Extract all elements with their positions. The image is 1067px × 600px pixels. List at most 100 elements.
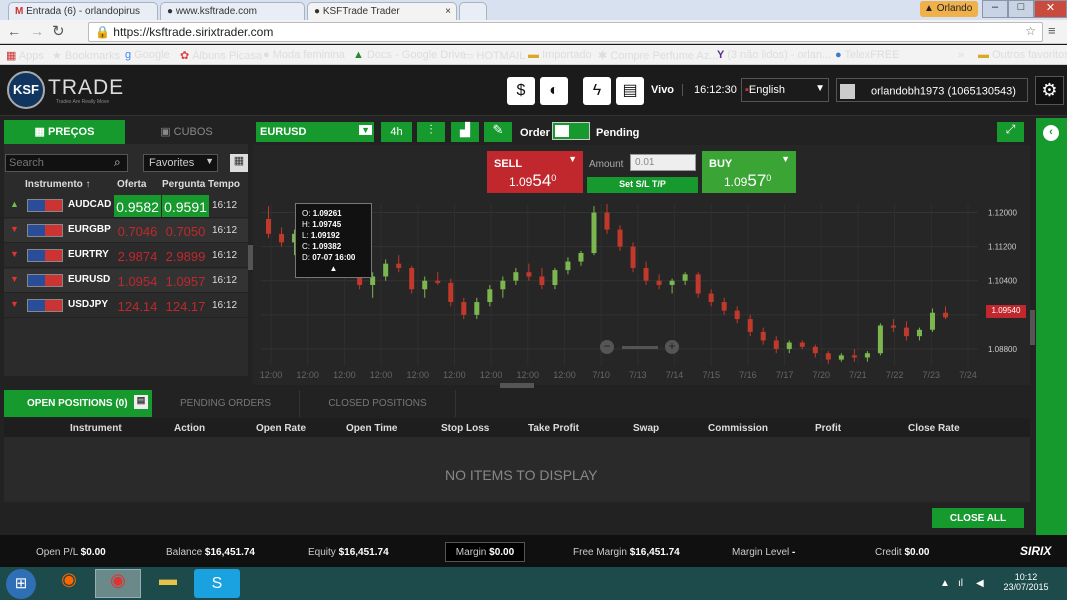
ask-price[interactable]: 1.0957 <box>162 272 209 290</box>
candle[interactable] <box>877 323 883 356</box>
candle[interactable] <box>812 344 818 358</box>
price-row[interactable]: ▼ EURUSD 1.0954 1.0957 16:12 <box>4 269 248 293</box>
candles-icon[interactable]: ⫶ <box>417 122 445 142</box>
bookmark-importado[interactable]: ▬ Importado <box>528 49 592 61</box>
candle[interactable] <box>799 340 805 349</box>
positions-col-header[interactable]: Profit <box>815 423 841 434</box>
bookmark-picasa[interactable]: ✿ Álbuns Picasa <box>180 49 262 62</box>
maximize-button[interactable]: □ <box>1008 0 1034 18</box>
candle[interactable] <box>383 259 389 281</box>
close-icon[interactable]: × <box>445 6 451 17</box>
candle[interactable] <box>851 348 857 362</box>
bookmark-telexfree[interactable]: ● TelexFREE <box>835 49 900 61</box>
tab-prices[interactable]: ▦ PREÇOS <box>4 120 125 144</box>
candle[interactable] <box>409 265 415 294</box>
zoom-slider[interactable] <box>622 346 658 349</box>
profile-button[interactable]: ▲ Orlando <box>920 1 978 17</box>
lightning-icon[interactable]: ϟ <box>583 77 611 105</box>
chrome-icon[interactable]: ◉ <box>95 569 141 598</box>
candle[interactable] <box>682 272 688 285</box>
bookmark-overflow[interactable]: » <box>958 49 964 61</box>
zoom-out-icon[interactable]: − <box>600 340 614 354</box>
candle[interactable] <box>734 306 740 324</box>
candle[interactable] <box>864 351 870 362</box>
price-row[interactable]: ▲ AUDCAD 0.9582 0.9591 16:12 <box>4 194 248 218</box>
candle[interactable] <box>578 250 584 266</box>
col-ask[interactable]: Pergunta <box>162 179 205 190</box>
candle[interactable] <box>461 297 467 320</box>
tab-open-positions[interactable]: OPEN POSITIONS (0) ▤ <box>4 390 152 417</box>
candle[interactable] <box>656 274 662 290</box>
expand-chevron-icon[interactable]: ‹ <box>1043 125 1059 141</box>
search-input[interactable] <box>5 154 128 172</box>
volume-icon[interactable]: ◀ <box>976 578 984 589</box>
positions-col-header[interactable]: Swap <box>633 423 659 434</box>
candle[interactable] <box>929 308 935 332</box>
network-icon[interactable]: ıl <box>958 578 963 589</box>
candle[interactable] <box>552 267 558 290</box>
candle[interactable] <box>695 272 701 298</box>
tray-arrow-icon[interactable]: ▲ <box>940 578 950 589</box>
price-row[interactable]: ▼ EURTRY 2.9874 2.9899 16:12 <box>4 244 248 268</box>
candle[interactable] <box>786 340 792 354</box>
new-tab-button[interactable] <box>459 2 487 20</box>
bookmark-bookmarks[interactable]: ★ Bookmarks <box>52 49 120 62</box>
bookmark-outros[interactable]: ▬ Outros favoritos <box>978 49 1067 61</box>
pencil-icon[interactable]: ✎ <box>484 122 512 142</box>
candle[interactable] <box>474 297 480 320</box>
bookmark-yahoo[interactable]: Y (3 não lidos) - orlan... <box>717 49 831 61</box>
candle[interactable] <box>890 319 896 332</box>
close-window-button[interactable]: ✕ <box>1034 0 1067 18</box>
candle[interactable] <box>825 351 831 364</box>
address-bar[interactable]: 🔒 https://ksftrade.sirixtrader.com ☆ <box>88 22 1043 42</box>
amount-input[interactable] <box>630 154 696 171</box>
bid-price[interactable]: 124.14 <box>114 297 161 315</box>
timeframe-select[interactable]: 4h <box>381 122 412 142</box>
forward-icon[interactable]: → <box>30 23 44 39</box>
skype-icon[interactable]: S <box>194 569 240 598</box>
candle[interactable] <box>943 306 948 320</box>
col-instrument[interactable]: Instrumento ↑ <box>25 179 91 190</box>
money-icon[interactable]: $ <box>507 77 535 105</box>
positions-col-header[interactable]: Open Rate <box>256 423 306 434</box>
candle[interactable] <box>747 314 753 337</box>
positions-col-header[interactable]: Open Time <box>346 423 398 434</box>
symbol-select[interactable]: EURUSD ▼ <box>256 122 374 142</box>
candle[interactable] <box>916 327 922 341</box>
positions-col-header[interactable]: Instrument <box>70 423 122 434</box>
candle[interactable] <box>643 261 649 285</box>
set-sl-tp-button[interactable]: Set S/L T/P <box>587 177 698 193</box>
settings-gear-icon[interactable]: ⚙ <box>1035 76 1064 105</box>
document-icon[interactable]: ▤ <box>616 77 644 105</box>
clock[interactable]: 10:12 23/07/2015 <box>1001 572 1051 592</box>
account-menu[interactable]: orlandobh1973 (1065130543) <box>836 78 1028 102</box>
splitter-handle-right[interactable] <box>1030 310 1035 345</box>
ask-price[interactable]: 2.9899 <box>162 247 209 265</box>
candle[interactable] <box>279 227 285 247</box>
tab-trader[interactable]: ● KSFTrade Trader × <box>307 2 457 20</box>
minimize-button[interactable]: – <box>982 0 1008 18</box>
col-time[interactable]: Tempo <box>208 179 240 190</box>
tab-pending-orders[interactable]: PENDING ORDERS <box>152 390 300 417</box>
bid-price[interactable]: 2.9874 <box>114 247 161 265</box>
positions-col-header[interactable]: Commission <box>708 423 768 434</box>
contrast-icon[interactable]: ◐ <box>540 77 568 105</box>
candle[interactable] <box>708 289 714 307</box>
close-all-button[interactable]: CLOSE ALL <box>932 508 1024 528</box>
bid-price[interactable]: 1.0954 <box>114 272 161 290</box>
back-icon[interactable]: ← <box>7 23 21 39</box>
price-row[interactable]: ▼ EURGBP 0.7046 0.7050 16:12 <box>4 219 248 243</box>
bookmark-perfume[interactable]: ✱ Compre Perfume Az... <box>598 49 719 62</box>
chart-bars-icon[interactable]: ▟ <box>451 122 479 142</box>
tab-gmail[interactable]: M Entrada (6) - orlandopirus <box>8 2 158 20</box>
positions-col-header[interactable]: Take Profit <box>528 423 579 434</box>
buy-button[interactable]: BUY ▼ 1.09570 <box>702 151 796 193</box>
positions-col-header[interactable]: Stop Loss <box>441 423 489 434</box>
candle[interactable] <box>721 297 727 315</box>
ask-price[interactable]: 124.17 <box>162 297 209 315</box>
candle[interactable] <box>266 206 271 239</box>
tab-ksftrade[interactable]: ● www.ksftrade.com <box>160 2 305 20</box>
splitter-handle-bottom[interactable] <box>500 383 534 388</box>
price-row[interactable]: ▼ USDJPY 124.14 124.17 16:12 <box>4 294 248 318</box>
bookmark-hotmail[interactable]: ▭ HOTMAIL <box>463 49 525 62</box>
